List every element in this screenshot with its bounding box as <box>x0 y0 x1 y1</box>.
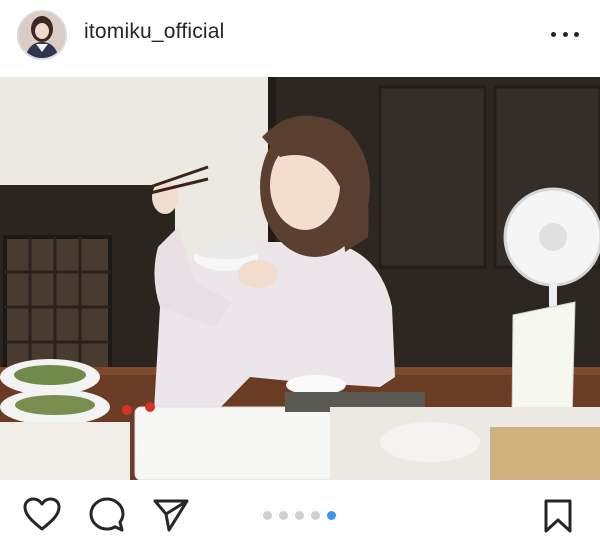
send-icon[interactable] <box>152 497 190 533</box>
more-options-icon[interactable] <box>551 22 579 46</box>
more-dot <box>551 31 556 37</box>
post-photo[interactable] <box>0 77 600 480</box>
avatar[interactable] <box>17 10 67 60</box>
carousel-dot <box>295 511 304 520</box>
more-dot <box>574 31 579 37</box>
carousel-dot <box>263 511 272 520</box>
username[interactable]: itomiku_official <box>84 20 225 44</box>
carousel-dot <box>311 511 320 520</box>
bookmark-icon[interactable] <box>543 498 573 534</box>
more-dot <box>562 31 568 37</box>
avatar-image <box>19 12 65 58</box>
photo-illustration <box>0 77 600 480</box>
post-header: itomiku_official <box>0 0 600 74</box>
comment-icon[interactable] <box>88 496 126 534</box>
carousel-indicator <box>263 511 343 521</box>
carousel-dot <box>279 511 288 520</box>
heart-icon[interactable] <box>22 496 62 532</box>
carousel-dot-active <box>327 511 336 520</box>
